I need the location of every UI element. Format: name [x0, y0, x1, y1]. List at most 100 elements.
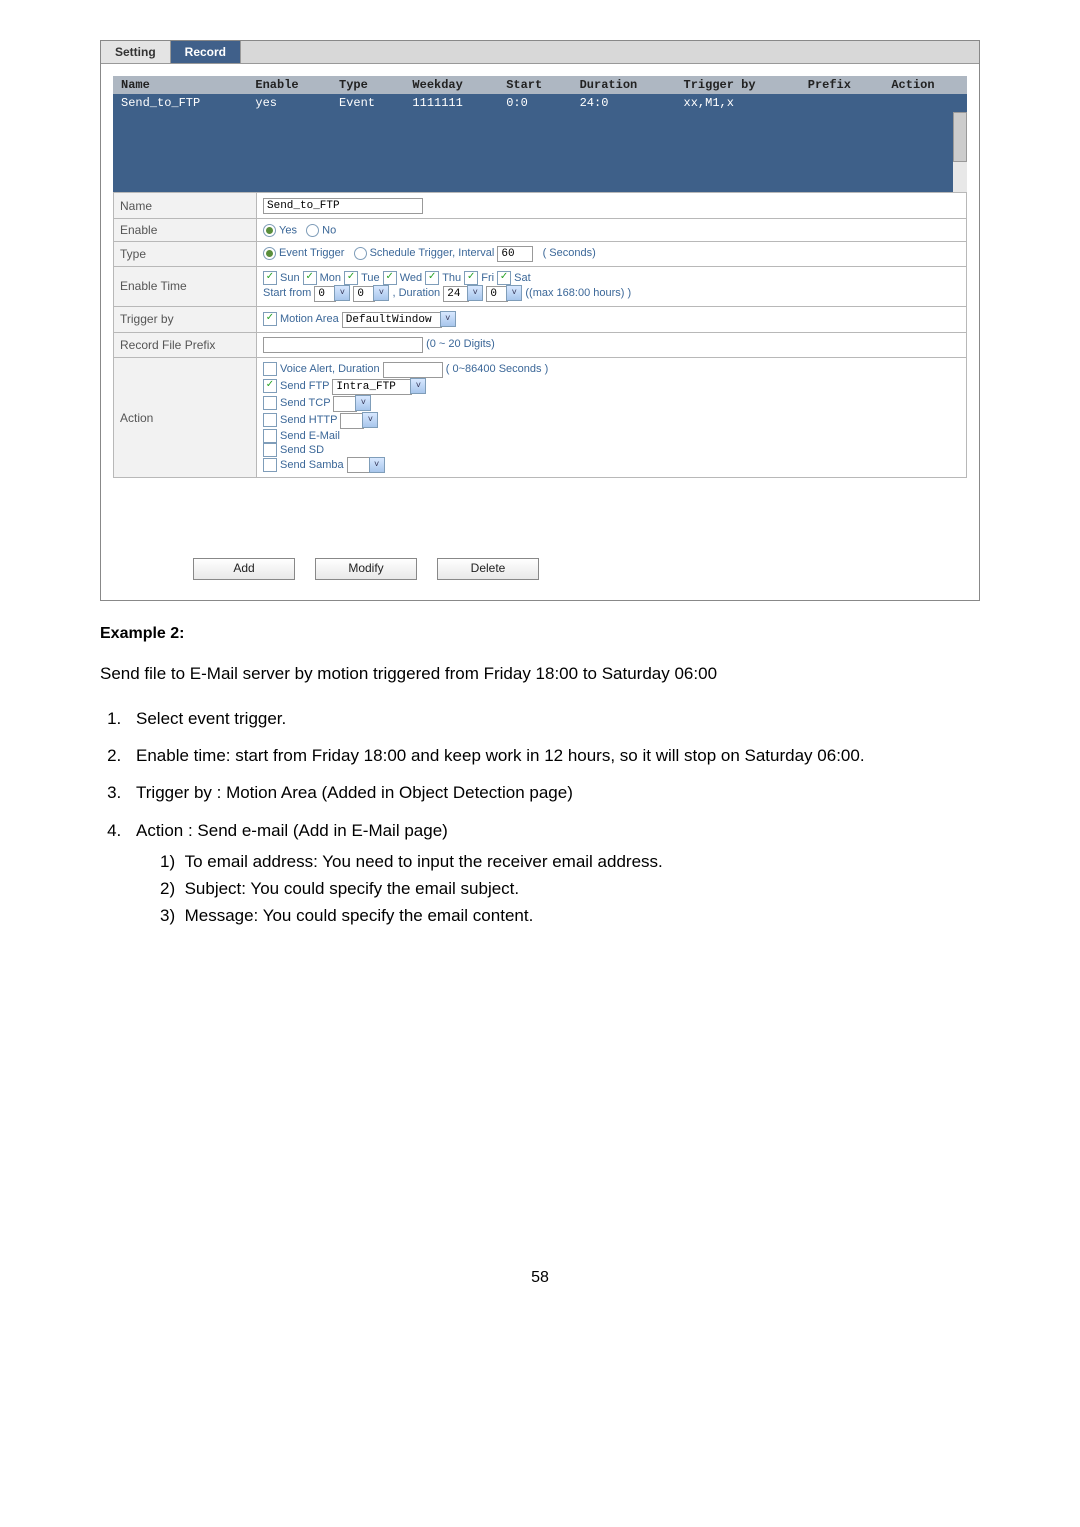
cell-start: 0:0	[498, 94, 571, 112]
checkbox-sun[interactable]: ✓	[263, 271, 277, 285]
day-tue: Tue	[361, 272, 380, 284]
settings-panel: Setting Record Name Enable Type Weekday …	[100, 40, 980, 601]
checkbox-tue[interactable]: ✓	[344, 271, 358, 285]
delete-button[interactable]: Delete	[437, 558, 539, 580]
checkbox-voice-alert[interactable]	[263, 362, 277, 376]
substep-3: 3) Message: You could specify the email …	[160, 902, 980, 929]
sub2-text: Subject: You could specify the email sub…	[185, 879, 520, 898]
checkbox-send-ftp[interactable]: ✓	[263, 379, 277, 393]
day-thu: Thu	[442, 272, 461, 284]
checkbox-send-http[interactable]	[263, 413, 277, 427]
day-mon: Mon	[320, 272, 341, 284]
tcp-select[interactable]	[333, 396, 357, 412]
scrollbar-thumb[interactable]	[953, 112, 967, 162]
substep-1: 1) To email address: You need to input t…	[160, 848, 980, 875]
sub3-num: 3)	[160, 906, 175, 925]
day-sun: Sun	[280, 272, 300, 284]
send-sd-label: Send SD	[280, 443, 324, 455]
start-hour-select[interactable]	[314, 286, 336, 302]
chevron-down-icon[interactable]: ˅	[467, 285, 483, 301]
day-wed: Wed	[400, 272, 422, 284]
duration-label: , Duration	[392, 287, 440, 299]
duration-hour-select[interactable]	[443, 286, 469, 302]
tabs: Setting Record	[101, 41, 979, 64]
prefix-input[interactable]	[263, 337, 423, 353]
add-button[interactable]: Add	[193, 558, 295, 580]
label-enable: Enable	[114, 219, 257, 242]
label-trigger-by: Trigger by	[114, 306, 257, 332]
prefix-hint: (0 ~ 20 Digits)	[426, 338, 495, 350]
send-samba-label: Send Samba	[280, 458, 344, 470]
checkbox-motion-area[interactable]: ✓	[263, 312, 277, 326]
cell-weekday: 1111111	[404, 94, 498, 112]
duration-min-select[interactable]	[486, 286, 508, 302]
form: Name Enable Yes No Type Event Trigger	[113, 192, 967, 478]
label-type: Type	[114, 242, 257, 267]
checkbox-mon[interactable]: ✓	[303, 271, 317, 285]
http-select[interactable]	[340, 413, 364, 429]
radio-yes-label: Yes	[279, 224, 297, 236]
chevron-down-icon[interactable]: ˅	[362, 412, 378, 428]
radio-event-trigger[interactable]	[263, 247, 276, 260]
checkbox-sat[interactable]: ✓	[497, 271, 511, 285]
record-table: Name Enable Type Weekday Start Duration …	[113, 76, 967, 112]
col-action: Action	[883, 76, 967, 94]
checkbox-send-tcp[interactable]	[263, 396, 277, 410]
send-ftp-label: Send FTP	[280, 380, 329, 392]
col-duration: Duration	[572, 76, 676, 94]
checkbox-wed[interactable]: ✓	[383, 271, 397, 285]
checkbox-send-samba[interactable]	[263, 458, 277, 472]
cell-duration: 24:0	[572, 94, 676, 112]
motion-area-label: Motion Area	[280, 313, 339, 325]
tab-setting[interactable]: Setting	[101, 41, 171, 63]
chevron-down-icon[interactable]: ˅	[410, 378, 426, 394]
checkbox-send-email[interactable]	[263, 429, 277, 443]
label-name: Name	[114, 193, 257, 219]
chevron-down-icon[interactable]: ˅	[355, 395, 371, 411]
table-row[interactable]: Send_to_FTP yes Event 1111111 0:0 24:0 x…	[113, 94, 967, 112]
col-type: Type	[331, 76, 404, 94]
modify-button[interactable]: Modify	[315, 558, 417, 580]
chevron-down-icon[interactable]: ˅	[334, 285, 350, 301]
step-4-text: Action : Send e-mail (Add in E-Mail page…	[136, 821, 448, 840]
label-enable-time: Enable Time	[114, 267, 257, 307]
ftp-select[interactable]	[332, 379, 412, 395]
step-4: Action : Send e-mail (Add in E-Mail page…	[126, 817, 980, 930]
radio-schedule-trigger[interactable]	[354, 247, 367, 260]
label-prefix: Record File Prefix	[114, 332, 257, 357]
start-min-select[interactable]	[353, 286, 375, 302]
checkbox-send-sd[interactable]	[263, 443, 277, 457]
col-enable: Enable	[247, 76, 331, 94]
radio-no[interactable]	[306, 224, 319, 237]
motion-area-select[interactable]	[342, 312, 442, 328]
chevron-down-icon[interactable]: ˅	[440, 311, 456, 327]
day-fri: Fri	[481, 272, 494, 284]
radio-no-label: No	[322, 224, 336, 236]
radio-event-label: Event Trigger	[279, 247, 344, 259]
sub2-num: 2)	[160, 879, 175, 898]
col-triggerby: Trigger by	[676, 76, 800, 94]
voice-hint: ( 0~86400 Seconds )	[446, 363, 548, 375]
chevron-down-icon[interactable]: ˅	[369, 457, 385, 473]
checkbox-fri[interactable]: ✓	[464, 271, 478, 285]
radio-yes[interactable]	[263, 224, 276, 237]
sub1-text: To email address: You need to input the …	[185, 852, 663, 871]
tab-record[interactable]: Record	[171, 41, 241, 63]
chevron-down-icon[interactable]: ˅	[506, 285, 522, 301]
col-prefix: Prefix	[800, 76, 884, 94]
interval-input[interactable]	[497, 246, 533, 262]
chevron-down-icon[interactable]: ˅	[373, 285, 389, 301]
name-input[interactable]	[263, 198, 423, 214]
voice-duration-input[interactable]	[383, 362, 443, 378]
col-weekday: Weekday	[404, 76, 498, 94]
start-from-label: Start from	[263, 287, 311, 299]
example-intro: Send file to E-Mail server by motion tri…	[100, 661, 980, 687]
sub3-text: Message: You could specify the email con…	[185, 906, 534, 925]
cell-prefix	[800, 94, 884, 112]
substep-2: 2) Subject: You could specify the email …	[160, 875, 980, 902]
checkbox-thu[interactable]: ✓	[425, 271, 439, 285]
samba-select[interactable]	[347, 457, 371, 473]
label-action: Action	[114, 357, 257, 478]
cell-type: Event	[331, 94, 404, 112]
steps-list: Select event trigger. Enable time: start…	[100, 705, 980, 929]
